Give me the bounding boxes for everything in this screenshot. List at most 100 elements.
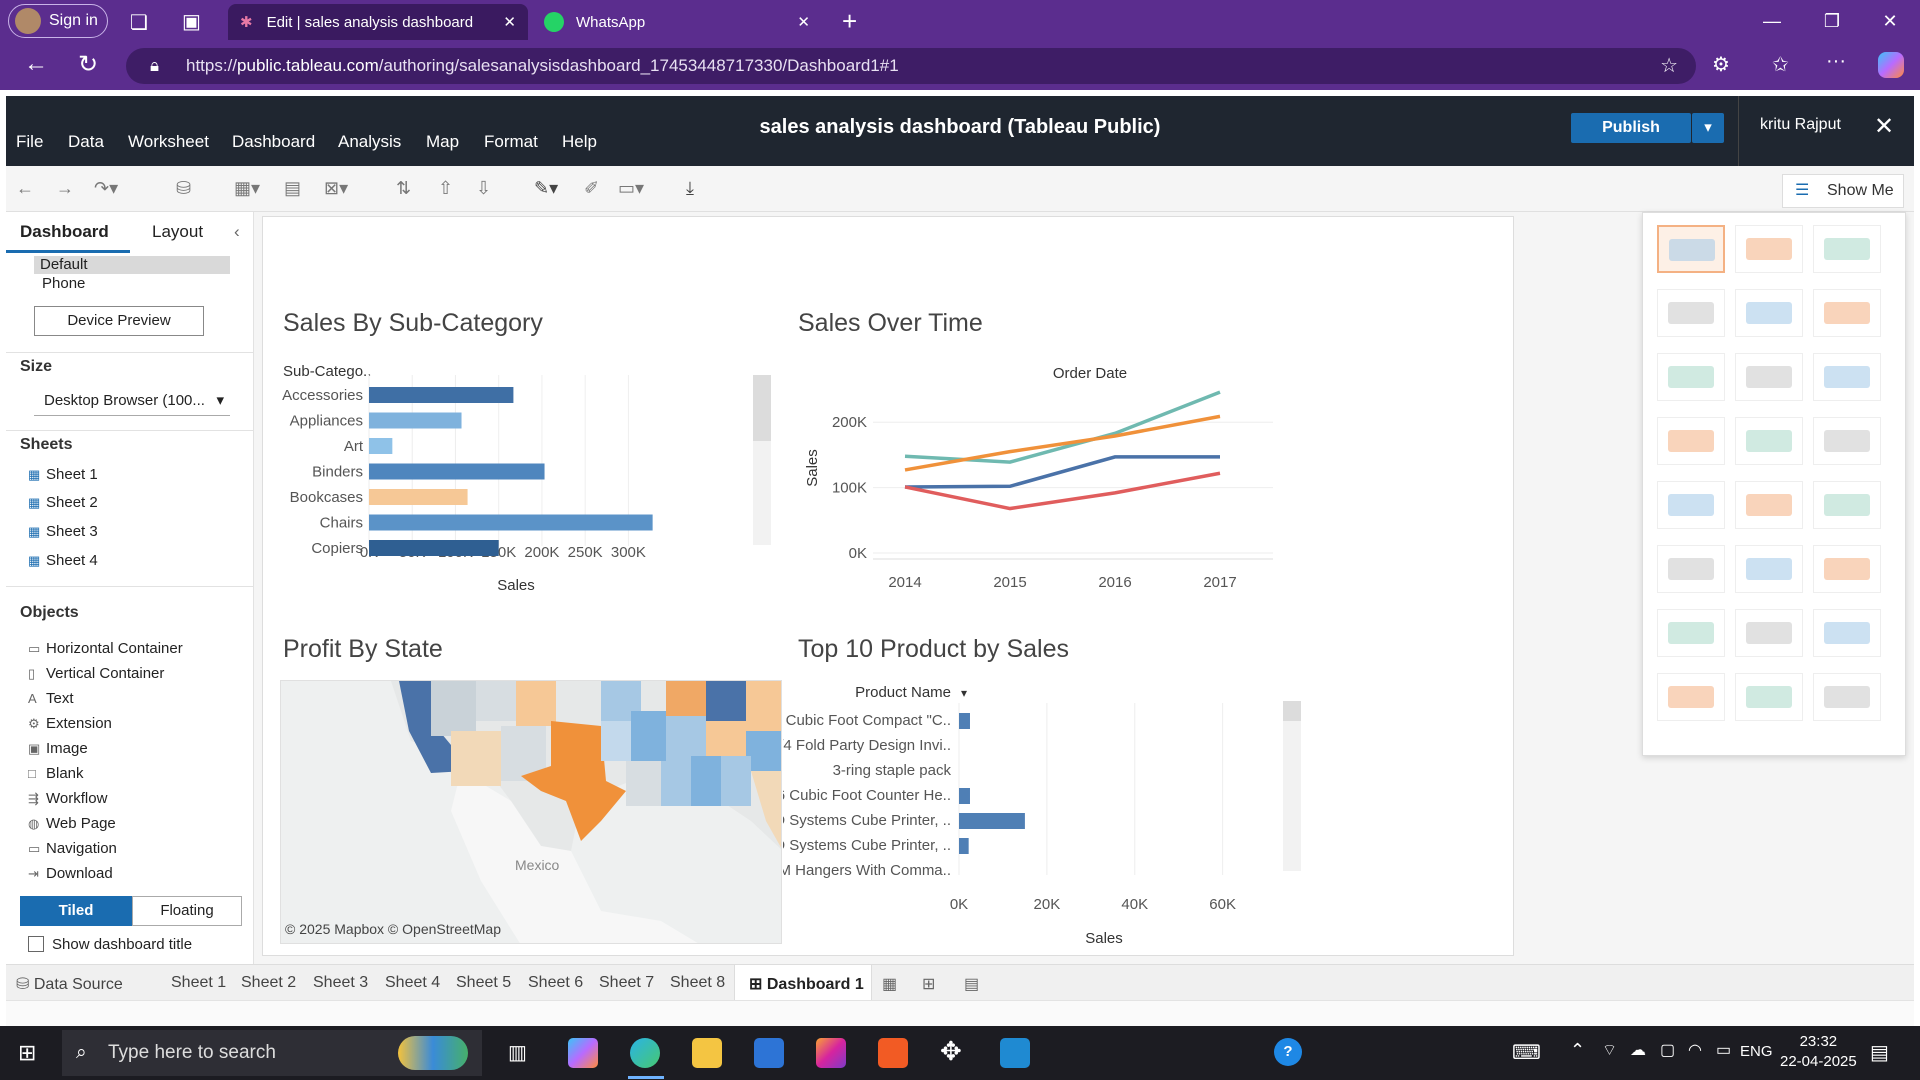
- object-vertical-container[interactable]: ▯ Vertical Container: [28, 665, 164, 682]
- swap-icon[interactable]: ⇅: [396, 178, 411, 199]
- device-default-row[interactable]: Default: [34, 256, 230, 274]
- format-workbook-icon[interactable]: ✐: [584, 178, 599, 199]
- chart-type-lines-continuous-icon[interactable]: [1657, 481, 1725, 529]
- instagram-icon[interactable]: [816, 1038, 846, 1068]
- chart-type-stacked-bars-icon[interactable]: [1735, 353, 1803, 401]
- object-extension[interactable]: ⚙ Extension: [28, 715, 112, 732]
- sheet-tab[interactable]: Sheet 4: [385, 974, 440, 992]
- clock[interactable]: 23:32 22-04-2025: [1780, 1032, 1857, 1072]
- help-icon[interactable]: ?: [1274, 1038, 1302, 1066]
- chart-type-dual-combination-icon[interactable]: [1813, 545, 1881, 593]
- new-data-source-icon[interactable]: ⛁: [176, 178, 191, 199]
- clear-sheet-icon[interactable]: ⊠▾: [324, 178, 348, 199]
- object-horizontal-container[interactable]: ▭ Horizontal Container: [28, 640, 183, 657]
- sort-ascending-icon[interactable]: ⇧: [438, 178, 453, 199]
- workspaces-icon[interactable]: ❏: [130, 10, 148, 35]
- new-dashboard-tab-icon[interactable]: ⊞: [922, 974, 935, 994]
- cloud-icon[interactable]: ☁: [1630, 1040, 1646, 1060]
- show-me-button[interactable]: ☰ Show Me: [1782, 174, 1904, 208]
- restore-icon[interactable]: ❐: [1816, 8, 1848, 34]
- device-phone-label[interactable]: Phone: [42, 275, 85, 292]
- sheet-tab[interactable]: Sheet 7: [599, 974, 654, 992]
- chart-type-area-discrete-icon[interactable]: [1735, 545, 1803, 593]
- chart-type-dual-lines-icon[interactable]: [1813, 481, 1881, 529]
- chart-type-side-by-side-circles-icon[interactable]: [1813, 417, 1881, 465]
- refresh-icon[interactable]: ↻: [78, 50, 98, 79]
- user-name[interactable]: kritu Rajput: [1760, 116, 1841, 134]
- close-tab-icon[interactable]: ✕: [797, 13, 810, 31]
- sheet-tab[interactable]: Sheet 3: [313, 974, 368, 992]
- object-download[interactable]: ⇥ Download: [28, 865, 113, 882]
- data-source-tab[interactable]: ⛁ Data Source: [16, 974, 123, 994]
- store-icon[interactable]: [754, 1038, 784, 1068]
- collapse-panel-icon[interactable]: ‹: [234, 222, 240, 242]
- sheet-list-item[interactable]: ▦ Sheet 1: [28, 466, 98, 483]
- tab-dashboard[interactable]: Dashboard: [20, 222, 109, 242]
- download-icon[interactable]: ⤓: [686, 178, 694, 199]
- sheet-list-item[interactable]: ▦ Sheet 4: [28, 552, 98, 569]
- new-tab-icon[interactable]: +: [842, 6, 857, 37]
- close-tab-icon[interactable]: ✕: [503, 13, 516, 31]
- redo-icon[interactable]: →: [56, 178, 74, 199]
- chart-type-heat-map-icon[interactable]: [1735, 225, 1803, 273]
- tab-actions-icon[interactable]: ▣: [182, 9, 201, 34]
- vscode-icon[interactable]: [1000, 1038, 1030, 1068]
- sheet-list-item[interactable]: ▦ Sheet 2: [28, 494, 98, 511]
- tab-tableau[interactable]: ✱ Edit | sales analysis dashboard ✕: [228, 4, 528, 40]
- chevron-up-icon[interactable]: ⌃: [1570, 1040, 1585, 1061]
- tab-layout[interactable]: Layout: [152, 222, 203, 242]
- minimize-icon[interactable]: —: [1756, 8, 1788, 34]
- replay-icon[interactable]: ↷▾: [94, 178, 118, 199]
- chart-type-symbol-map-icon[interactable]: [1657, 289, 1725, 337]
- show-title-checkbox[interactable]: [28, 936, 44, 952]
- copilot-icon[interactable]: [1878, 52, 1904, 78]
- chart-type-histogram-icon[interactable]: [1735, 609, 1803, 657]
- chart-type-bullet-icon[interactable]: [1735, 673, 1803, 721]
- chart-type-horizontal-bars-icon[interactable]: [1657, 353, 1725, 401]
- show-title-row[interactable]: Show dashboard title: [28, 936, 192, 953]
- network-icon[interactable]: ⌔: [1602, 1040, 1617, 1060]
- chart-type-highlight-table-icon[interactable]: [1813, 225, 1881, 273]
- meet-icon[interactable]: ▢: [1660, 1040, 1675, 1060]
- active-dashboard-tab[interactable]: ⊞ Dashboard 1: [734, 965, 872, 1001]
- copilot-taskbar-icon[interactable]: [568, 1038, 598, 1068]
- taskbar-search-input[interactable]: ⌕ Type here to search: [62, 1030, 482, 1076]
- object-text[interactable]: A Text: [28, 690, 74, 707]
- chart-type-filled-map-icon[interactable]: [1735, 289, 1803, 337]
- highlight-icon[interactable]: ✎▾: [534, 178, 558, 199]
- favorites-icon[interactable]: ✩: [1772, 52, 1789, 77]
- battery-icon[interactable]: ▭: [1716, 1040, 1731, 1060]
- new-worksheet-tab-icon[interactable]: ▦: [882, 974, 897, 994]
- back-icon[interactable]: ←: [24, 50, 48, 78]
- publish-button[interactable]: Publish: [1571, 113, 1691, 143]
- url-input[interactable]: 🔒︎ https://public.tableau.com/authoring/…: [126, 48, 1696, 84]
- profit-state-map[interactable]: Mexico © 2025 Mapbox © OpenStreetMap: [280, 680, 782, 944]
- object-image[interactable]: ▣ Image: [28, 740, 88, 757]
- size-dropdown[interactable]: Desktop Browser (100... ▾: [34, 388, 230, 416]
- undo-icon[interactable]: ←: [16, 178, 34, 199]
- chart-type-packed-bubbles-icon[interactable]: [1813, 673, 1881, 721]
- dropbox-icon[interactable]: ✥: [940, 1036, 962, 1067]
- profile-button[interactable]: Sign in: [8, 4, 108, 38]
- chart-type-area-continuous-icon[interactable]: [1657, 545, 1725, 593]
- sort-descending-icon[interactable]: ⇩: [476, 178, 491, 199]
- chart-type-treemap-icon[interactable]: [1657, 417, 1725, 465]
- chart-type-text-table-icon[interactable]: [1657, 225, 1725, 273]
- language-indicator[interactable]: ENG: [1740, 1043, 1773, 1060]
- object-blank[interactable]: □ Blank: [28, 765, 84, 782]
- new-story-tab-icon[interactable]: ▤: [964, 974, 979, 994]
- chart-type-side-by-side-bars-icon[interactable]: [1813, 353, 1881, 401]
- chart-type-pie-icon[interactable]: [1813, 289, 1881, 337]
- fit-icon[interactable]: ▭▾: [618, 178, 644, 199]
- close-editor-icon[interactable]: ✕: [1874, 112, 1894, 141]
- object-workflow[interactable]: ⇶ Workflow: [28, 790, 107, 807]
- chart-type-scatter-icon[interactable]: [1657, 609, 1725, 657]
- object-web-page[interactable]: ◍ Web Page: [28, 815, 116, 832]
- sheet-tab[interactable]: Sheet 1: [171, 974, 226, 992]
- sheet-tab[interactable]: Sheet 8: [670, 974, 725, 992]
- chart-type-circle-views-icon[interactable]: [1735, 417, 1803, 465]
- extensions-icon[interactable]: ⚙: [1712, 52, 1730, 77]
- sheet-tab[interactable]: Sheet 5: [456, 974, 511, 992]
- sheet-tab[interactable]: Sheet 2: [241, 974, 296, 992]
- floating-button[interactable]: Floating: [132, 896, 242, 926]
